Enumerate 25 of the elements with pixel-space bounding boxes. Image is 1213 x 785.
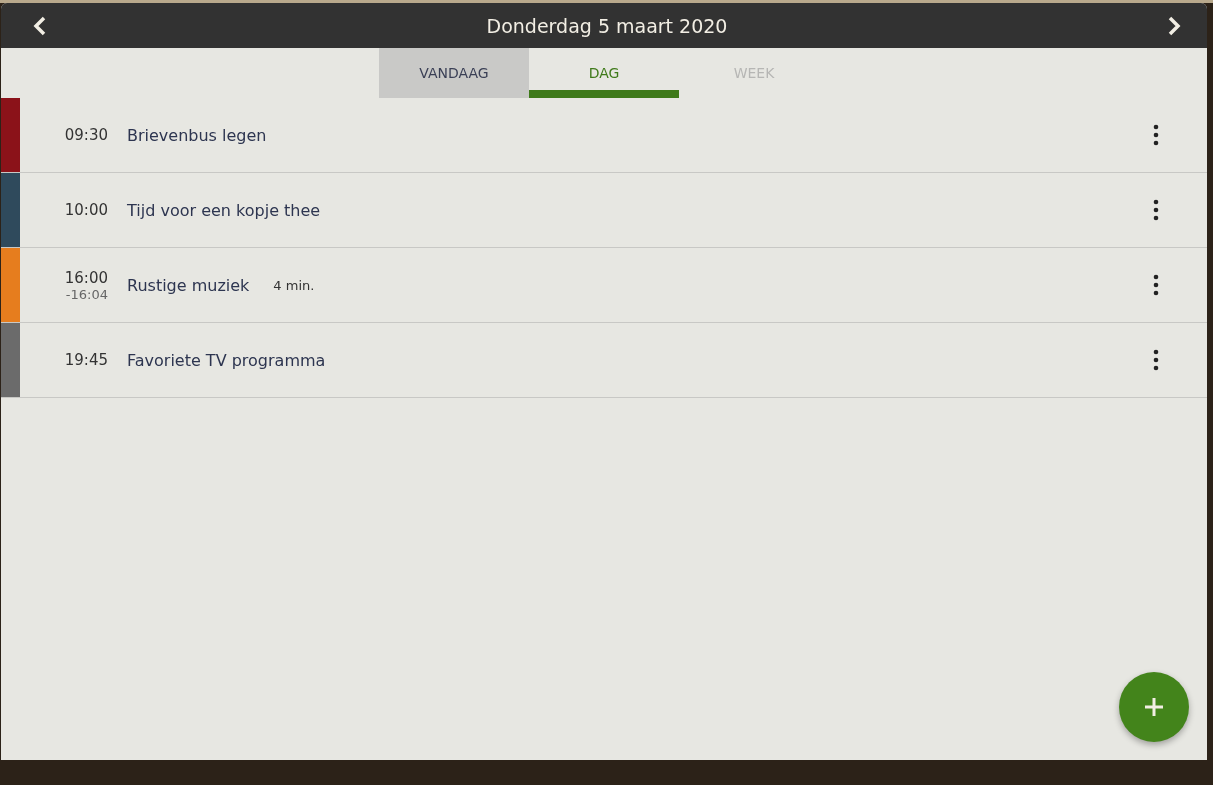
event-time: 10:00 <box>64 201 108 219</box>
chevron-right-icon <box>1167 15 1181 36</box>
event-title: Tijd voor een kopje thee <box>127 200 321 220</box>
view-tab[interactable]: DAG <box>529 48 679 98</box>
event-time: 09:30 <box>64 126 108 144</box>
event-row[interactable]: 09:30 Brievenbus legen <box>1 98 1207 173</box>
plus-icon <box>1144 697 1164 717</box>
event-title: Brievenbus legen <box>127 125 267 145</box>
event-row[interactable]: 16:00 -16:04 Rustige muziek 4 min. <box>1 248 1207 323</box>
event-row[interactable]: 10:00 Tijd voor een kopje thee <box>1 173 1207 248</box>
view-tab[interactable]: VANDAAG <box>379 48 529 98</box>
event-time: 19:45 <box>64 351 108 369</box>
event-time: 16:00 <box>64 268 108 287</box>
event-row[interactable]: 19:45 Favoriete TV programma <box>1 323 1207 398</box>
event-title: Rustige muziek <box>127 275 250 295</box>
event-duration: 4 min. <box>273 277 315 293</box>
event-end-time: -16:04 <box>65 286 108 302</box>
chevron-left-icon <box>33 15 47 36</box>
add-event-button[interactable] <box>1119 672 1189 742</box>
event-title: Favoriete TV programma <box>127 350 326 370</box>
kebab-menu-icon <box>1153 124 1159 146</box>
kebab-menu-icon <box>1153 274 1159 296</box>
date-title: Donderdag 5 maart 2020 <box>486 14 728 37</box>
kebab-menu-icon <box>1153 349 1159 371</box>
kebab-menu-icon <box>1153 199 1159 221</box>
